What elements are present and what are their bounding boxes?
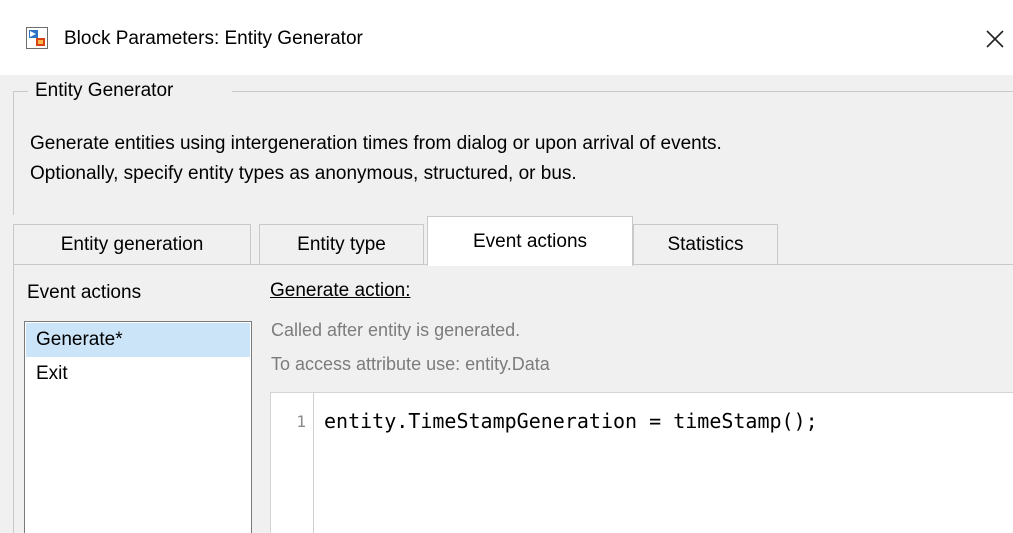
code-line[interactable]: entity.TimeStampGeneration = timeStamp()… — [324, 407, 818, 435]
generate-action-title: Generate action: — [270, 280, 411, 301]
close-icon[interactable] — [978, 22, 1012, 56]
simulink-block-icon — [26, 27, 48, 49]
groupbox-border — [232, 91, 1013, 92]
groupbox-border — [13, 91, 28, 92]
groupbox-border — [13, 91, 14, 215]
event-actions-list[interactable]: Generate* Exit — [24, 321, 252, 533]
event-actions-label: Event actions — [27, 282, 142, 303]
panel-border — [13, 265, 14, 533]
tab-event-actions[interactable]: Event actions — [427, 216, 633, 266]
tab-statistics[interactable]: Statistics — [633, 224, 778, 264]
editor-gutter — [313, 393, 314, 533]
list-item-generate[interactable]: Generate* — [26, 323, 250, 357]
description-line: Generate entities using intergeneration … — [30, 133, 722, 154]
line-number: 1 — [296, 412, 306, 431]
block-description: Generate entities using intergeneration … — [30, 129, 1010, 189]
tab-entity-generation[interactable]: Entity generation — [13, 224, 251, 264]
action-hint: To access attribute use: entity.Data — [271, 354, 550, 374]
block-group-title: Entity Generator — [35, 80, 174, 101]
tab-entity-type[interactable]: Entity type — [259, 224, 424, 264]
description-line: Optionally, specify entity types as anon… — [30, 163, 577, 184]
window-title: Block Parameters: Entity Generator — [64, 28, 363, 49]
list-item-exit[interactable]: Exit — [26, 357, 250, 391]
action-hint: Called after entity is generated. — [271, 320, 521, 340]
